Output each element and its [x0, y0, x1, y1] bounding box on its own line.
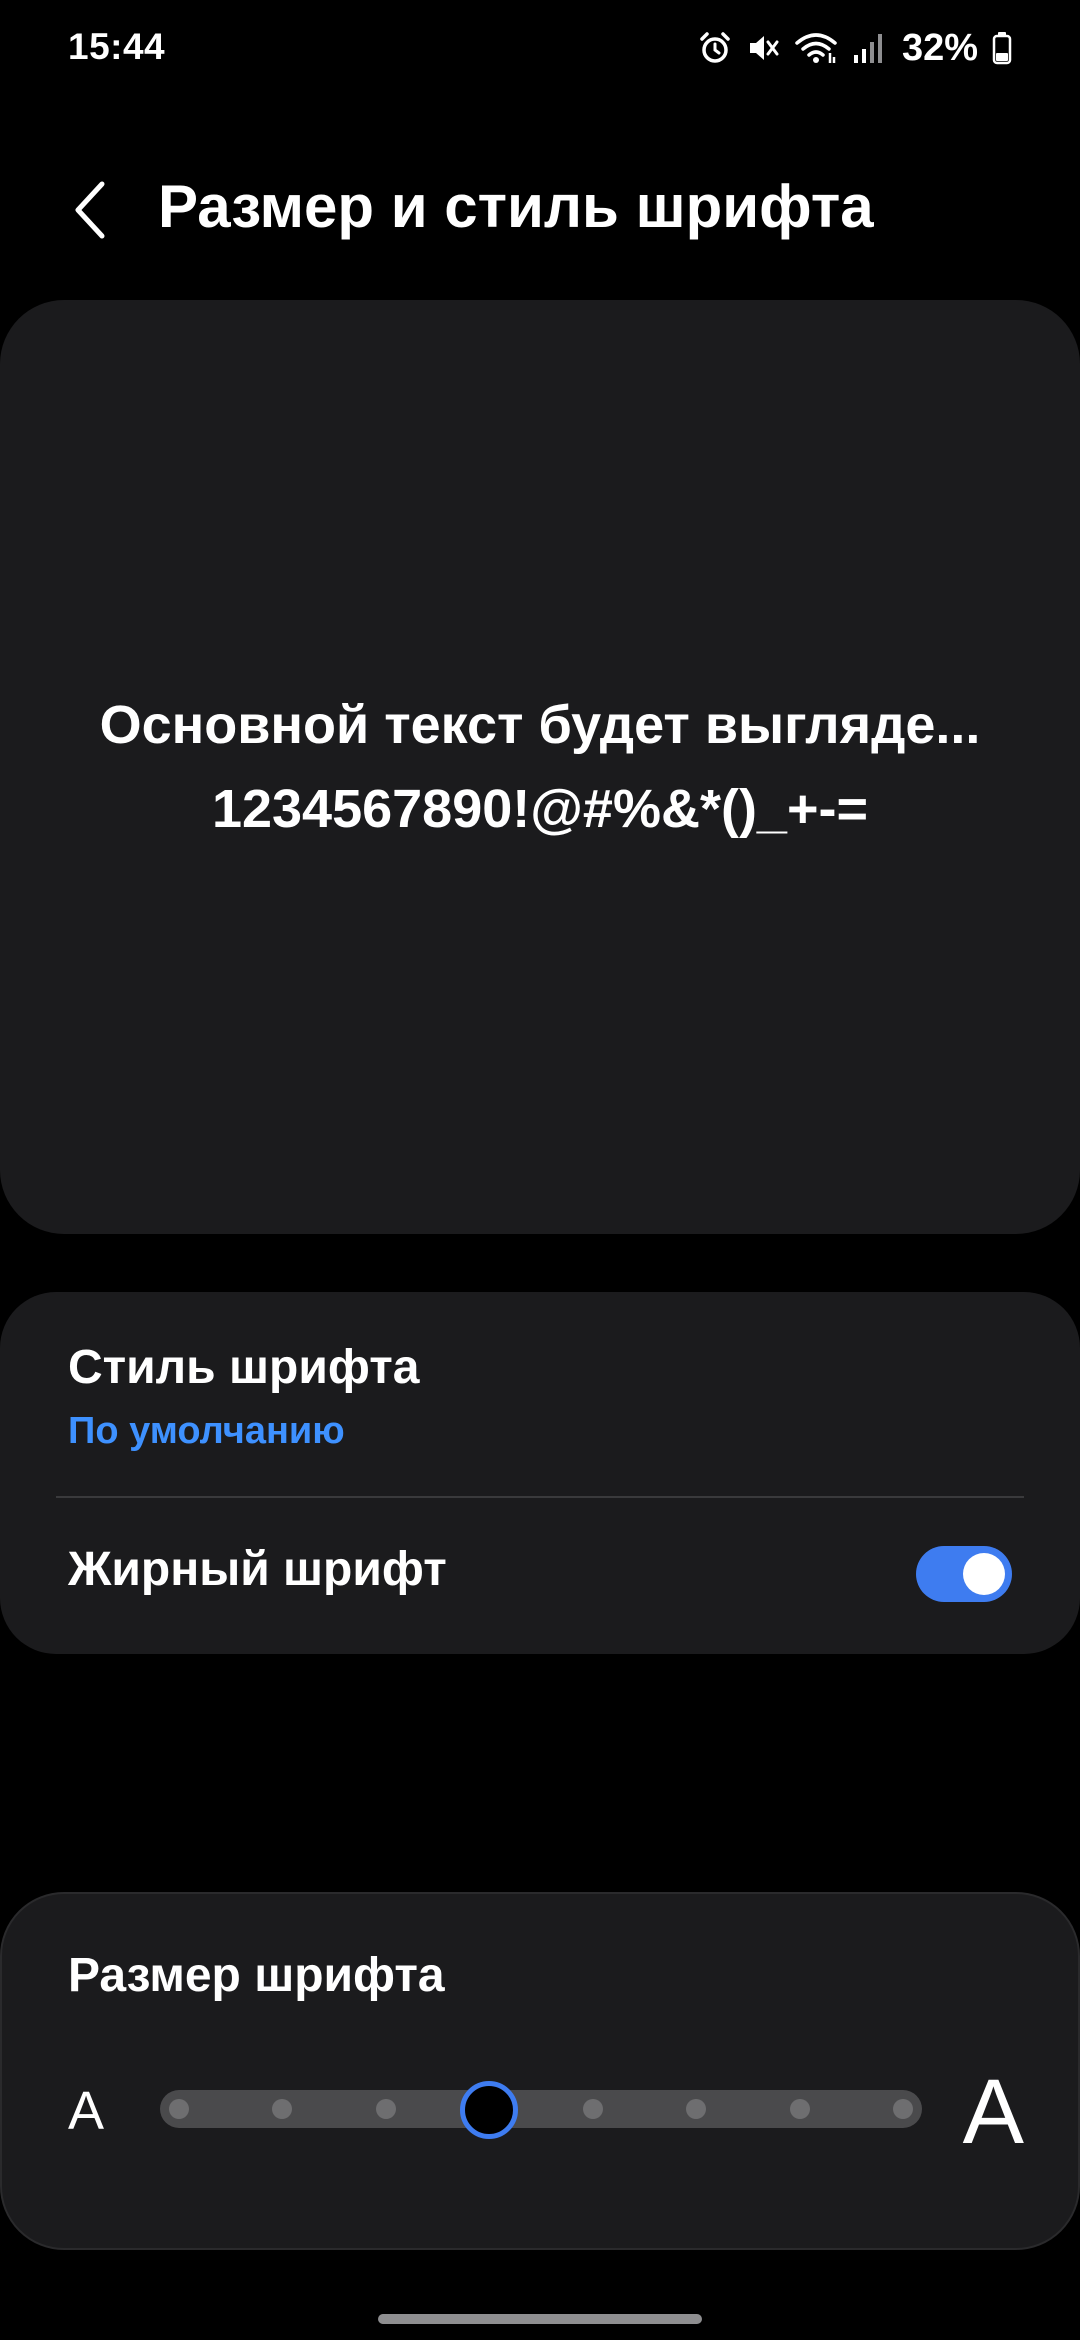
- preview-symbols-line: 1234567890!@#%&*()_+-=: [211, 779, 869, 839]
- battery-icon: [992, 31, 1012, 65]
- slider-step-dot[interactable]: [686, 2099, 707, 2119]
- wifi-icon: [794, 31, 838, 65]
- slider-step-dot[interactable]: [893, 2099, 913, 2119]
- alarm-icon: [698, 31, 732, 65]
- font-size-large-label: A: [962, 2061, 1024, 2163]
- bold-font-title: Жирный шрифт: [68, 1543, 447, 1596]
- mute-icon: [746, 31, 780, 65]
- chevron-left-icon: [75, 181, 105, 239]
- status-time: 15:44: [68, 26, 166, 67]
- slider-step-dot[interactable]: [582, 2099, 603, 2119]
- home-indicator[interactable]: [378, 2314, 702, 2324]
- font-size-card: Размер шрифта A A: [0, 1892, 1080, 2250]
- slider-thumb[interactable]: [460, 2081, 519, 2139]
- slider-step-dot[interactable]: [789, 2099, 810, 2119]
- font-size-small-label: A: [68, 2081, 105, 2141]
- preview-text-line: Основной текст будет выгляде...: [99, 695, 981, 755]
- header: Размер и стиль шрифта: [0, 150, 1080, 270]
- slider-step-dot[interactable]: [169, 2099, 189, 2119]
- battery-percent: 32%: [901, 26, 978, 69]
- font-size-slider[interactable]: [160, 2081, 922, 2139]
- font-style-row[interactable]: Стиль шрифта По умолчанию: [0, 1292, 1080, 1498]
- status-bar: 15:44 32%: [0, 0, 1080, 96]
- signal-icon: [852, 31, 884, 65]
- bold-font-row[interactable]: Жирный шрифт: [0, 1498, 1080, 1654]
- font-settings-card: Стиль шрифта По умолчанию Жирный шрифт: [0, 1292, 1080, 1654]
- status-icons: 32%: [698, 22, 1012, 74]
- page-title: Размер и стиль шрифта: [158, 173, 874, 240]
- font-style-title: Стиль шрифта: [68, 1341, 420, 1394]
- slider-step-dot[interactable]: [375, 2099, 396, 2119]
- font-size-title: Размер шрифта: [68, 1949, 445, 2002]
- back-button[interactable]: [50, 170, 130, 250]
- font-style-value: По умолчанию: [68, 1410, 345, 1452]
- toggle-knob: [963, 1553, 1005, 1595]
- font-preview-card: Основной текст будет выгляде... 12345678…: [0, 300, 1080, 1234]
- bold-font-toggle[interactable]: [916, 1546, 1012, 1602]
